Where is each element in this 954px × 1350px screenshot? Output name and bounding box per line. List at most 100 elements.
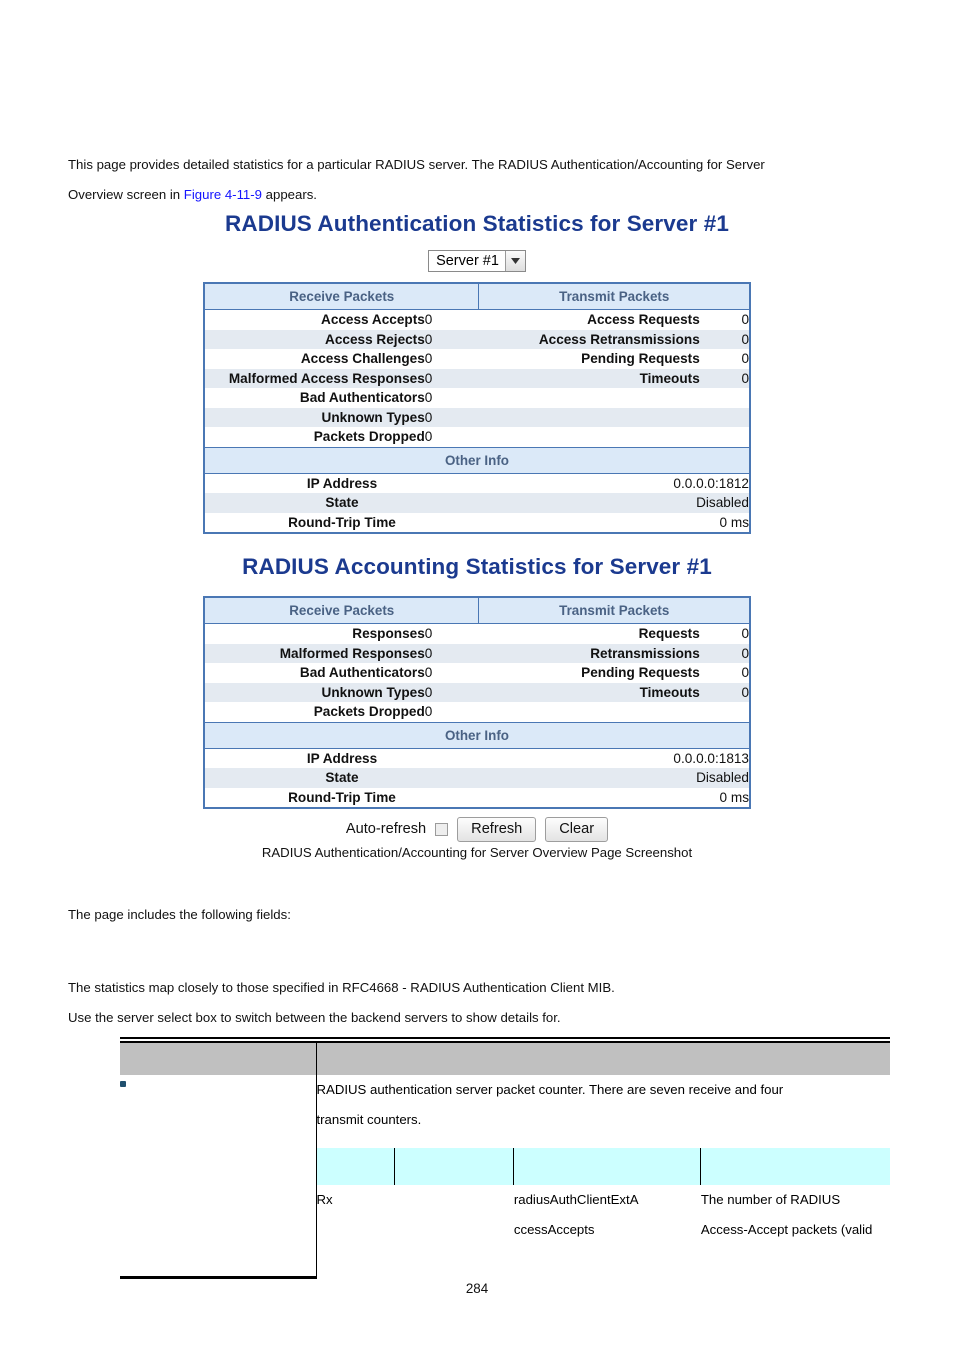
embedded-screenshot: RADIUS Authentication Statistics for Ser… <box>0 208 954 843</box>
refresh-button[interactable]: Refresh <box>457 816 537 842</box>
stat-label: Timeouts <box>639 684 700 700</box>
stat-value: 0 <box>741 665 749 680</box>
table-row: Round-Trip Time 0 ms <box>204 512 750 533</box>
stat-value: 0 <box>424 370 433 386</box>
table-row: Packets Dropped 0 <box>204 702 750 722</box>
stat-value: 0 <box>424 409 433 425</box>
intro-line-2-after: appears. <box>261 187 317 202</box>
auto-refresh-checkbox[interactable] <box>435 822 449 836</box>
stat-label: Pending Requests <box>581 351 700 366</box>
other-info-value: 0 ms <box>719 789 749 805</box>
other-info-label: State <box>325 770 359 785</box>
auth-stats-table-wrap: Receive Packets Transmit Packets Access … <box>203 282 751 534</box>
field-table-header-col1 <box>120 1043 317 1075</box>
other-info-value: 0.0.0.0:1813 <box>673 750 749 766</box>
stat-label: Malformed Access Responses <box>228 370 425 386</box>
stat-label: Access Challenges <box>300 351 425 366</box>
stat-value: 0 <box>741 684 749 700</box>
stat-value: 0 <box>741 370 749 386</box>
acct-transmit-header: Transmit Packets <box>478 597 750 624</box>
table-row: Responses 0 Requests 0 <box>204 623 750 644</box>
auth-receive-header: Receive Packets <box>204 283 480 310</box>
stat-value: 0 <box>424 684 433 700</box>
intro-line-1: This page provides detailed statistics f… <box>68 157 765 172</box>
table-row: IP Address 0.0.0.0:1812 <box>204 473 750 493</box>
counter-header-mib <box>513 1148 702 1185</box>
other-info-value: 0.0.0.0:1812 <box>673 475 749 491</box>
fields-intro-paragraph: The page includes the following fields: <box>68 907 291 922</box>
auth-page-title: RADIUS Authentication Statistics for Ser… <box>225 211 729 236</box>
clear-button[interactable]: Clear <box>545 816 609 842</box>
stat-label: Access Accepts <box>321 312 425 327</box>
stat-label: Packets Dropped <box>313 704 425 719</box>
other-info-header-row: Other Info <box>204 446 750 474</box>
stat-label: Access Requests <box>587 312 700 327</box>
stat-value-empty <box>700 388 750 408</box>
stat-value-empty <box>700 427 750 447</box>
figure-caption: RADIUS Authentication/Accounting for Ser… <box>261 845 693 860</box>
counter-header-name <box>394 1148 515 1185</box>
stat-value: 0 <box>741 645 749 661</box>
counter-mib: radiusAuthClientExtA ccessAccepts <box>514 1185 701 1277</box>
counter-inner-table: Rx radiusAuthClientExtA ccessAccepts The… <box>316 1148 891 1277</box>
auth-transmit-header: Transmit Packets <box>478 283 750 310</box>
table-row: Malformed Access Responses 0 Timeouts 0 <box>204 368 750 388</box>
stat-label-empty <box>479 427 700 447</box>
table-row: RADIUS authentication server packet coun… <box>120 1075 890 1279</box>
counter-header-description <box>700 1148 890 1185</box>
field-desc-line-2: transmit counters. <box>316 1112 422 1127</box>
counter-header-direction <box>316 1148 395 1185</box>
stat-value: 0 <box>424 351 433 366</box>
other-info-label: Round-Trip Time <box>288 789 396 805</box>
other-info-label: Round-Trip Time <box>288 514 396 530</box>
acct-receive-header: Receive Packets <box>204 597 480 624</box>
server-select-row: Server #1 <box>0 250 954 276</box>
field-description-cell: RADIUS authentication server packet coun… <box>316 1075 890 1277</box>
auth-stats-table: Receive Packets Transmit Packets Access … <box>203 282 751 534</box>
stat-value: 0 <box>741 351 749 366</box>
other-info-value: Disabled <box>696 770 749 785</box>
server-select[interactable]: Server #1 <box>428 250 526 272</box>
table-row: Unknown Types 0 Timeouts 0 <box>204 682 750 702</box>
stat-label: Bad Authenticators <box>299 390 425 405</box>
counter-table-header-row <box>316 1148 890 1185</box>
table-row: Packets Dropped 0 <box>204 427 750 447</box>
stat-label-empty <box>479 702 700 722</box>
figure-link[interactable]: Figure 4-11-9 <box>184 187 262 202</box>
field-table-header-col2 <box>316 1043 890 1075</box>
counter-desc-line-2: Access-Accept packets (valid <box>700 1222 873 1237</box>
stat-label: Timeouts <box>639 370 700 386</box>
counter-mib-line-1: radiusAuthClientExtA <box>513 1192 639 1207</box>
field-table: RADIUS authentication server packet coun… <box>120 1043 890 1279</box>
stat-value-empty <box>700 702 750 722</box>
stat-value: 0 <box>424 665 433 680</box>
stat-value: 0 <box>741 312 749 327</box>
field-table-header-row <box>120 1043 890 1075</box>
stat-value: 0 <box>424 704 433 719</box>
other-info-label: State <box>325 495 359 510</box>
intro-line-2-before: Overview screen in <box>68 187 184 202</box>
stat-label: Responses <box>352 626 425 641</box>
stat-value: 0 <box>424 645 433 661</box>
stat-value: 0 <box>424 390 433 405</box>
stat-value: 0 <box>424 429 433 444</box>
auth-other-info-header: Other Info <box>204 446 750 474</box>
stat-label-empty <box>479 388 700 408</box>
counter-name <box>394 1185 513 1277</box>
table-row: State Disabled <box>204 768 750 788</box>
other-info-value: 0 ms <box>719 514 749 530</box>
counter-description: The number of RADIUS Access-Accept packe… <box>701 1185 890 1277</box>
stat-label: Retransmissions <box>590 645 700 661</box>
stat-value: 0 <box>741 331 749 347</box>
page-number: 284 <box>465 1281 489 1296</box>
counter-mib-line-2: ccessAccepts <box>513 1222 595 1237</box>
chevron-down-icon <box>504 251 525 271</box>
bullet-icon <box>120 1081 126 1087</box>
counter-desc-line-1: The number of RADIUS <box>700 1192 841 1207</box>
server-select-paragraph: Use the server select box to switch betw… <box>68 1010 561 1025</box>
field-bullet-cell <box>120 1075 317 1279</box>
table-row: Rx radiusAuthClientExtA ccessAccepts The… <box>317 1185 891 1277</box>
server-select-value: Server #1 <box>436 253 499 269</box>
acct-other-info-header: Other Info <box>204 721 750 749</box>
stat-value: 0 <box>424 626 433 641</box>
